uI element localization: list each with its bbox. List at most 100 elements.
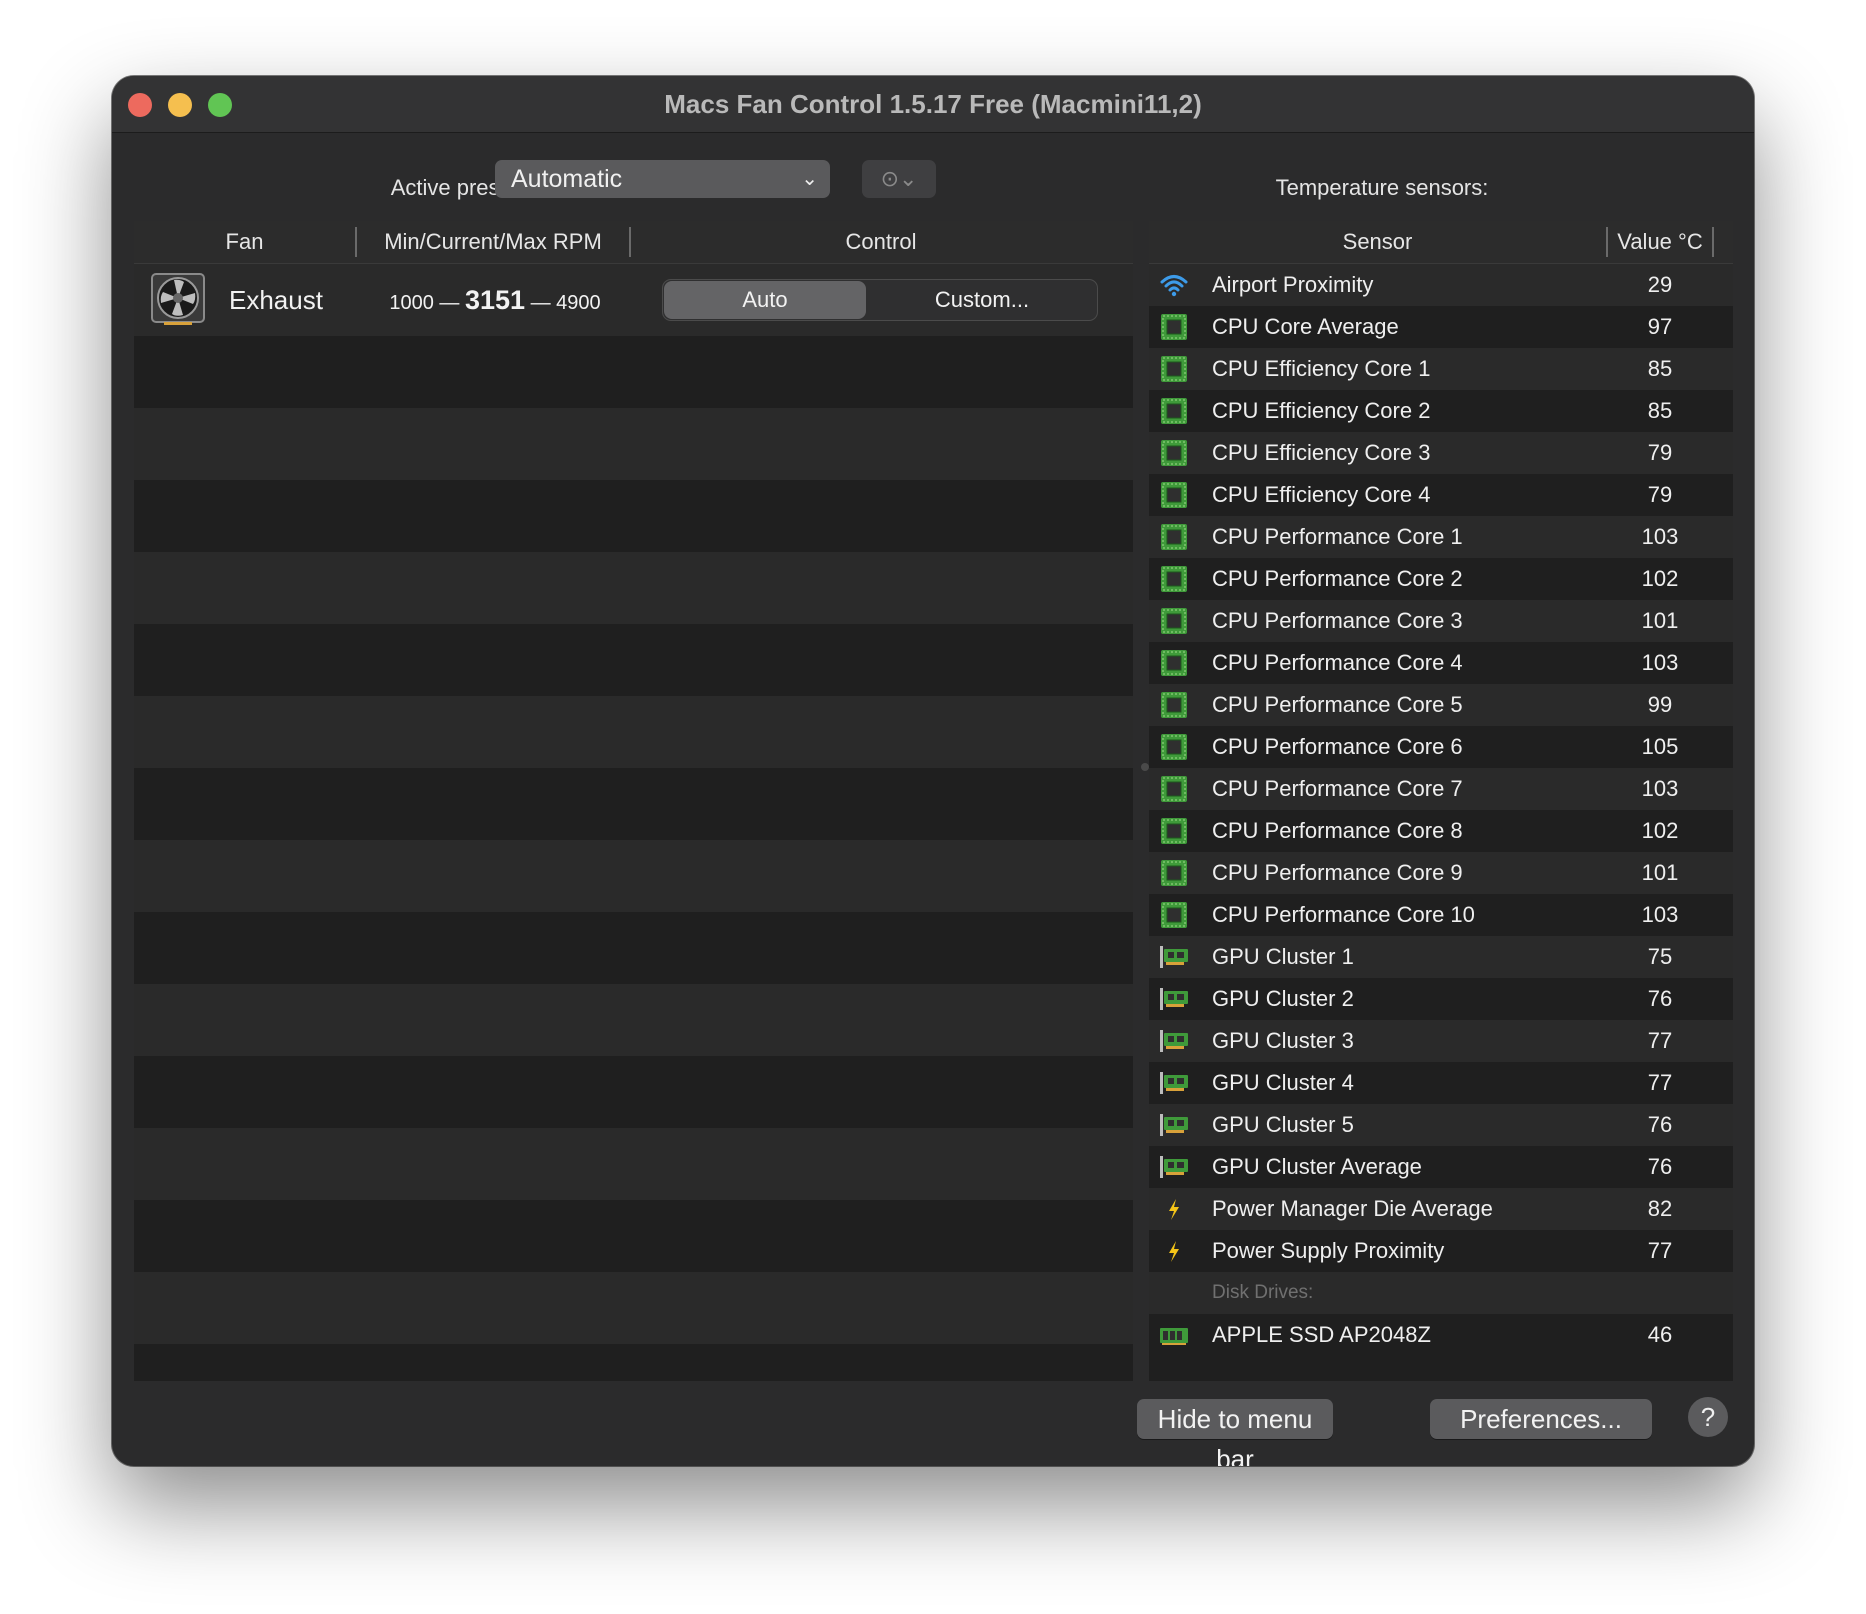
- window-title: Macs Fan Control 1.5.17 Free (Macmini11,…: [664, 89, 1202, 119]
- sensor-name: CPU Performance Core 10: [1212, 902, 1475, 927]
- sensor-value: 85: [1647, 356, 1673, 381]
- sensor-name: CPU Performance Core 9: [1212, 860, 1463, 885]
- rpm-separator: —: [439, 292, 460, 314]
- sensor-row[interactable]: CPU Efficiency Core 4 79: [1149, 474, 1733, 516]
- splitter-handle[interactable]: [1141, 763, 1149, 771]
- sensor-name: CPU Performance Core 2: [1212, 566, 1463, 591]
- sensor-row[interactable]: CPU Performance Core 10 103: [1149, 894, 1733, 936]
- gpu-card-icon: [1160, 1030, 1188, 1052]
- sensor-group-header: Disk Drives:: [1149, 1272, 1733, 1314]
- cpu-chip-icon: [1161, 356, 1187, 382]
- sensor-row[interactable]: Power Supply Proximity 77: [1149, 1230, 1733, 1272]
- sensor-row[interactable]: CPU Performance Core 4 103: [1149, 642, 1733, 684]
- cpu-chip-icon: [1161, 440, 1187, 466]
- gpu-card-icon: [1160, 946, 1188, 968]
- sensor-row[interactable]: CPU Efficiency Core 2 85: [1149, 390, 1733, 432]
- sensor-row[interactable]: GPU Cluster 4 77: [1149, 1062, 1733, 1104]
- sensor-name: CPU Performance Core 7: [1212, 776, 1463, 801]
- help-button[interactable]: ?: [1688, 1397, 1728, 1437]
- table-row: [134, 336, 1133, 408]
- sensor-value: 77: [1647, 1070, 1673, 1095]
- sensor-row[interactable]: GPU Cluster 5 76: [1149, 1104, 1733, 1146]
- sensor-row[interactable]: GPU Cluster Average 76: [1149, 1146, 1733, 1188]
- sensor-name: CPU Performance Core 6: [1212, 734, 1463, 759]
- sensor-value: 82: [1647, 1196, 1673, 1221]
- sensor-value: 77: [1647, 1028, 1673, 1053]
- fan-control-segmented: Auto Custom...: [662, 279, 1098, 321]
- cpu-chip-icon: [1161, 482, 1187, 508]
- sensor-value: 103: [1641, 776, 1679, 801]
- sensor-row[interactable]: CPU Performance Core 1 103: [1149, 516, 1733, 558]
- fan-rpm: 1000 — 3151 — 4900: [370, 264, 620, 336]
- hide-to-menu-bar-button[interactable]: Hide to menu bar: [1137, 1399, 1333, 1466]
- cpu-chip-icon: [1161, 650, 1187, 676]
- table-row: [134, 1200, 1133, 1272]
- ellipsis-circle-icon: ⊙⌄: [880, 166, 918, 191]
- cpu-chip-icon: [1161, 902, 1187, 928]
- power-bolt-icon: [1169, 1241, 1179, 1262]
- column-header-control[interactable]: Control: [631, 221, 1131, 263]
- sensor-row[interactable]: Power Manager Die Average 82: [1149, 1188, 1733, 1230]
- sensor-value: 76: [1647, 1154, 1673, 1179]
- sensor-name: CPU Core Average: [1212, 314, 1399, 339]
- table-row: [134, 984, 1133, 1056]
- active-preset-value: Automatic: [511, 165, 623, 193]
- sensor-row[interactable]: GPU Cluster 1 75: [1149, 936, 1733, 978]
- sensors-table-header: Sensor Value °C: [1149, 221, 1733, 264]
- sensor-row[interactable]: Airport Proximity 29: [1149, 264, 1733, 306]
- table-row: [134, 1272, 1133, 1344]
- app-window: Macs Fan Control 1.5.17 Free (Macmini11,…: [112, 76, 1754, 1466]
- preset-options-button[interactable]: ⊙⌄: [862, 160, 936, 198]
- sensor-value: 99: [1647, 692, 1673, 717]
- sensor-name: CPU Performance Core 1: [1212, 524, 1463, 549]
- table-row: [134, 1056, 1133, 1128]
- sensor-row[interactable]: CPU Performance Core 7 103: [1149, 768, 1733, 810]
- column-header-sensor[interactable]: Sensor: [1149, 221, 1606, 263]
- cpu-chip-icon: [1161, 314, 1187, 340]
- sensor-name: GPU Cluster 5: [1212, 1112, 1354, 1137]
- table-row: [134, 912, 1133, 984]
- sensor-row[interactable]: CPU Performance Core 9 101: [1149, 852, 1733, 894]
- sensor-row[interactable]: GPU Cluster 3 77: [1149, 1020, 1733, 1062]
- sensor-row[interactable]: CPU Efficiency Core 3 79: [1149, 432, 1733, 474]
- fan-row-exhaust[interactable]: Exhaust 1000 — 3151 — 4900 Auto Custom..…: [134, 264, 1133, 336]
- sensor-value: 105: [1641, 734, 1679, 759]
- temperature-sensors-label: Temperature sensors:: [1275, 175, 1489, 200]
- sensor-row[interactable]: CPU Efficiency Core 1 85: [1149, 348, 1733, 390]
- sensor-row[interactable]: CPU Performance Core 8 102: [1149, 810, 1733, 852]
- sensor-value: 97: [1647, 314, 1673, 339]
- fan-control-auto-button[interactable]: Auto: [664, 281, 866, 319]
- fan-icon: [151, 273, 205, 325]
- sensor-row[interactable]: CPU Performance Core 2 102: [1149, 558, 1733, 600]
- cpu-chip-icon: [1161, 860, 1187, 886]
- column-header-value[interactable]: Value °C: [1608, 221, 1712, 263]
- sensor-value: 102: [1641, 818, 1679, 843]
- column-header-rpm[interactable]: Min/Current/Max RPM: [357, 221, 629, 263]
- active-preset-select[interactable]: Automatic ⌄: [495, 160, 830, 198]
- sensor-name: Disk Drives:: [1212, 1282, 1314, 1303]
- table-row: [134, 768, 1133, 840]
- sensor-row[interactable]: CPU Performance Core 3 101: [1149, 600, 1733, 642]
- sensor-name: CPU Performance Core 4: [1212, 650, 1463, 675]
- gpu-card-icon: [1160, 1072, 1188, 1094]
- gpu-card-icon: [1160, 1156, 1188, 1178]
- fan-control-custom-button[interactable]: Custom...: [869, 281, 1095, 319]
- sensor-row[interactable]: GPU Cluster 2 76: [1149, 978, 1733, 1020]
- table-row: [134, 552, 1133, 624]
- title-bar[interactable]: Macs Fan Control 1.5.17 Free (Macmini11,…: [112, 76, 1754, 133]
- cpu-chip-icon: [1161, 818, 1187, 844]
- sensor-row[interactable]: CPU Core Average 97: [1149, 306, 1733, 348]
- sensor-row[interactable]: CPU Performance Core 5 99: [1149, 684, 1733, 726]
- fan-rpm-min: 1000: [389, 292, 434, 314]
- sensor-name: CPU Performance Core 8: [1212, 818, 1463, 843]
- cpu-chip-icon: [1161, 566, 1187, 592]
- column-header-fan[interactable]: Fan: [134, 221, 355, 263]
- sensor-name: GPU Cluster Average: [1212, 1154, 1422, 1179]
- table-row: [134, 480, 1133, 552]
- sensor-value: 79: [1647, 440, 1673, 465]
- sensor-row[interactable]: APPLE SSD AP2048Z 46: [1149, 1314, 1733, 1356]
- preferences-button[interactable]: Preferences...: [1430, 1399, 1652, 1439]
- sensor-name: CPU Performance Core 5: [1212, 692, 1463, 717]
- sensor-row[interactable]: CPU Performance Core 6 105: [1149, 726, 1733, 768]
- sensor-value: 103: [1641, 902, 1679, 927]
